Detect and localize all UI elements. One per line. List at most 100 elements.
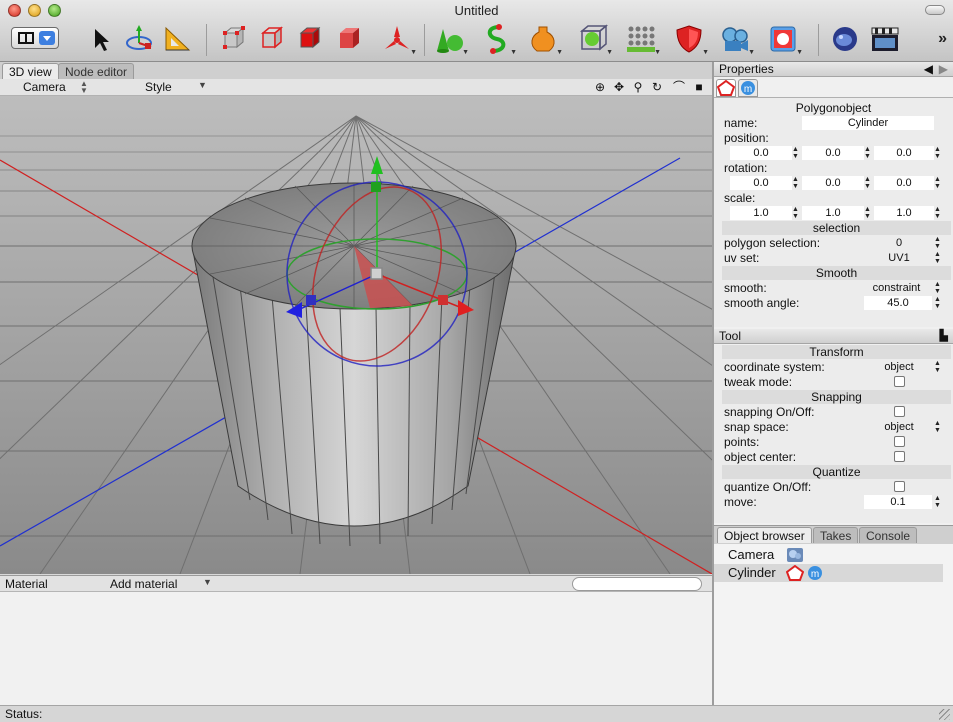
- object-mode-button[interactable]: [332, 22, 366, 56]
- rotation-x-stepper[interactable]: ▲ ▼: [792, 176, 799, 190]
- scale-x-field[interactable]: 1.0: [730, 206, 792, 220]
- smooth-value[interactable]: constraint: [859, 281, 934, 295]
- pan-icon[interactable]: ✥: [612, 80, 626, 94]
- tab-material[interactable]: m: [738, 79, 758, 97]
- smooth-angle-field[interactable]: 45.0: [864, 296, 932, 310]
- primitives-button[interactable]: ▼: [432, 22, 469, 56]
- rotate-icon[interactable]: ↻: [650, 80, 664, 94]
- layout-menu-button[interactable]: [11, 27, 59, 49]
- back-arrow-icon[interactable]: ◀: [924, 62, 933, 76]
- polygon-selection-stepper[interactable]: ▲ ▼: [934, 236, 941, 250]
- tab-polygon-object[interactable]: [716, 79, 736, 97]
- edges-mode-button[interactable]: [254, 22, 288, 56]
- snap-space-value[interactable]: object: [864, 420, 934, 434]
- polygons-mode-button[interactable]: [292, 22, 326, 56]
- move-field[interactable]: 0.1: [864, 495, 932, 509]
- instances-button[interactable]: ▼: [624, 22, 661, 56]
- quantize-checkbox[interactable]: [894, 481, 905, 492]
- subdivision-button[interactable]: ▼: [576, 22, 613, 56]
- rotation-y-field[interactable]: 0.0: [802, 176, 864, 190]
- move-tool-button[interactable]: [84, 22, 118, 56]
- uv-set-stepper[interactable]: ▲ ▼: [934, 251, 941, 265]
- position-z-field[interactable]: 0.0: [874, 146, 934, 160]
- material-search-input[interactable]: [572, 577, 702, 591]
- spline-tools-button[interactable]: ▼: [480, 22, 517, 56]
- coordinate-system-value[interactable]: object: [864, 360, 934, 374]
- properties-body: Polygonobject name: Cylinder position: 0…: [714, 97, 953, 327]
- properties-title: Properties: [719, 62, 774, 76]
- points-mode-button[interactable]: [216, 22, 250, 56]
- scale-z-field[interactable]: 1.0: [874, 206, 934, 220]
- tab-node-editor[interactable]: Node editor: [58, 63, 135, 79]
- smooth-angle-stepper[interactable]: ▲ ▼: [934, 296, 941, 310]
- tweak-mode-label: tweak mode:: [724, 375, 793, 389]
- rotation-z-stepper[interactable]: ▲ ▼: [934, 176, 941, 190]
- rotation-y-stepper[interactable]: ▲ ▼: [864, 176, 871, 190]
- list-item-cylinder[interactable]: Cylinder m: [714, 564, 943, 582]
- camera-menu[interactable]: Camera: [23, 80, 66, 94]
- rotation-z-field[interactable]: 0.0: [874, 176, 934, 190]
- snap-space-stepper[interactable]: ▲ ▼: [934, 420, 941, 434]
- materials-button[interactable]: ▼: [672, 22, 709, 56]
- measure-tool-button[interactable]: [160, 22, 194, 56]
- coordinate-system-stepper[interactable]: ▲ ▼: [934, 360, 941, 374]
- transform-gizmo-icon: [126, 25, 152, 50]
- polygon-selection-label: polygon selection:: [724, 236, 821, 250]
- move-stepper[interactable]: ▲ ▼: [934, 495, 941, 509]
- render-settings-button[interactable]: [828, 22, 862, 56]
- dropdown-arrow-icon[interactable]: ▼: [198, 80, 207, 90]
- scale-x-stepper[interactable]: ▲ ▼: [792, 206, 799, 220]
- dropdown-arrow-icon[interactable]: ▼: [203, 577, 212, 587]
- modeling-axis-button[interactable]: ▼: [380, 22, 417, 56]
- coordinate-system-label: coordinate system:: [724, 360, 825, 374]
- tab-object-browser[interactable]: Object browser: [717, 527, 812, 543]
- dropdown-arrow-icon: ▼: [510, 49, 517, 56]
- tab-takes[interactable]: Takes: [813, 527, 859, 543]
- transform-tool-button[interactable]: [122, 22, 156, 56]
- scale-z-stepper[interactable]: ▲ ▼: [934, 206, 941, 220]
- material-list-area[interactable]: [0, 592, 712, 705]
- camera-icon: [722, 27, 748, 51]
- toolbar-toggle-button[interactable]: [925, 5, 945, 15]
- smooth-stepper[interactable]: ▲ ▼: [934, 281, 941, 295]
- render-view-button[interactable]: ▼: [766, 22, 803, 56]
- zoom-icon[interactable]: ⚲: [631, 80, 645, 94]
- style-menu[interactable]: Style: [145, 80, 172, 94]
- viewport-tabs: 3D view Node editor: [0, 62, 712, 79]
- deformers-button[interactable]: ▼: [526, 22, 563, 56]
- position-x-stepper[interactable]: ▲ ▼: [792, 146, 799, 160]
- 3d-viewport[interactable]: [0, 96, 712, 574]
- forward-arrow-icon[interactable]: ▶: [939, 62, 948, 76]
- position-y-stepper[interactable]: ▲ ▼: [864, 146, 871, 160]
- snapping-checkbox[interactable]: [894, 406, 905, 417]
- viewport-header: Camera ▲ ▼ Style ▼ ⊕ ✥ ⚲ ↻ ⌒ ■: [0, 79, 712, 96]
- points-checkbox[interactable]: [894, 436, 905, 447]
- rotation-x-field[interactable]: 0.0: [730, 176, 792, 190]
- viewport-scene: [0, 96, 712, 574]
- list-item-camera[interactable]: Camera: [714, 546, 943, 564]
- toolbar-overflow-button[interactable]: »: [938, 30, 947, 48]
- position-x-field[interactable]: 0.0: [730, 146, 792, 160]
- updown-arrows-icon[interactable]: ▲ ▼: [80, 80, 88, 95]
- resize-grip-icon[interactable]: [939, 709, 950, 720]
- polygon-selection-value[interactable]: 0: [874, 236, 924, 250]
- render-movie-button[interactable]: [868, 22, 902, 56]
- position-y-field[interactable]: 0.0: [802, 146, 864, 160]
- name-field[interactable]: Cylinder: [802, 116, 934, 130]
- scale-y-stepper[interactable]: ▲ ▼: [864, 206, 871, 220]
- scale-y-field[interactable]: 1.0: [802, 206, 864, 220]
- ruler-icon[interactable]: ▙: [940, 329, 948, 343]
- object-browser-list: Camera Cylinder m: [714, 544, 953, 705]
- camera-button[interactable]: ▼: [718, 22, 755, 56]
- fly-icon[interactable]: ⌒: [672, 80, 686, 94]
- chevron-down-icon: [39, 31, 55, 45]
- add-material-menu[interactable]: Add material: [110, 577, 177, 591]
- maximize-view-icon[interactable]: ■: [692, 80, 706, 94]
- tab-3d-view[interactable]: 3D view: [2, 63, 59, 79]
- object-center-checkbox[interactable]: [894, 451, 905, 462]
- position-z-stepper[interactable]: ▲ ▼: [934, 146, 941, 160]
- tweak-mode-checkbox[interactable]: [894, 376, 905, 387]
- center-icon[interactable]: ⊕: [593, 80, 607, 94]
- tab-console[interactable]: Console: [859, 527, 918, 543]
- uv-set-value[interactable]: UV1: [874, 251, 924, 265]
